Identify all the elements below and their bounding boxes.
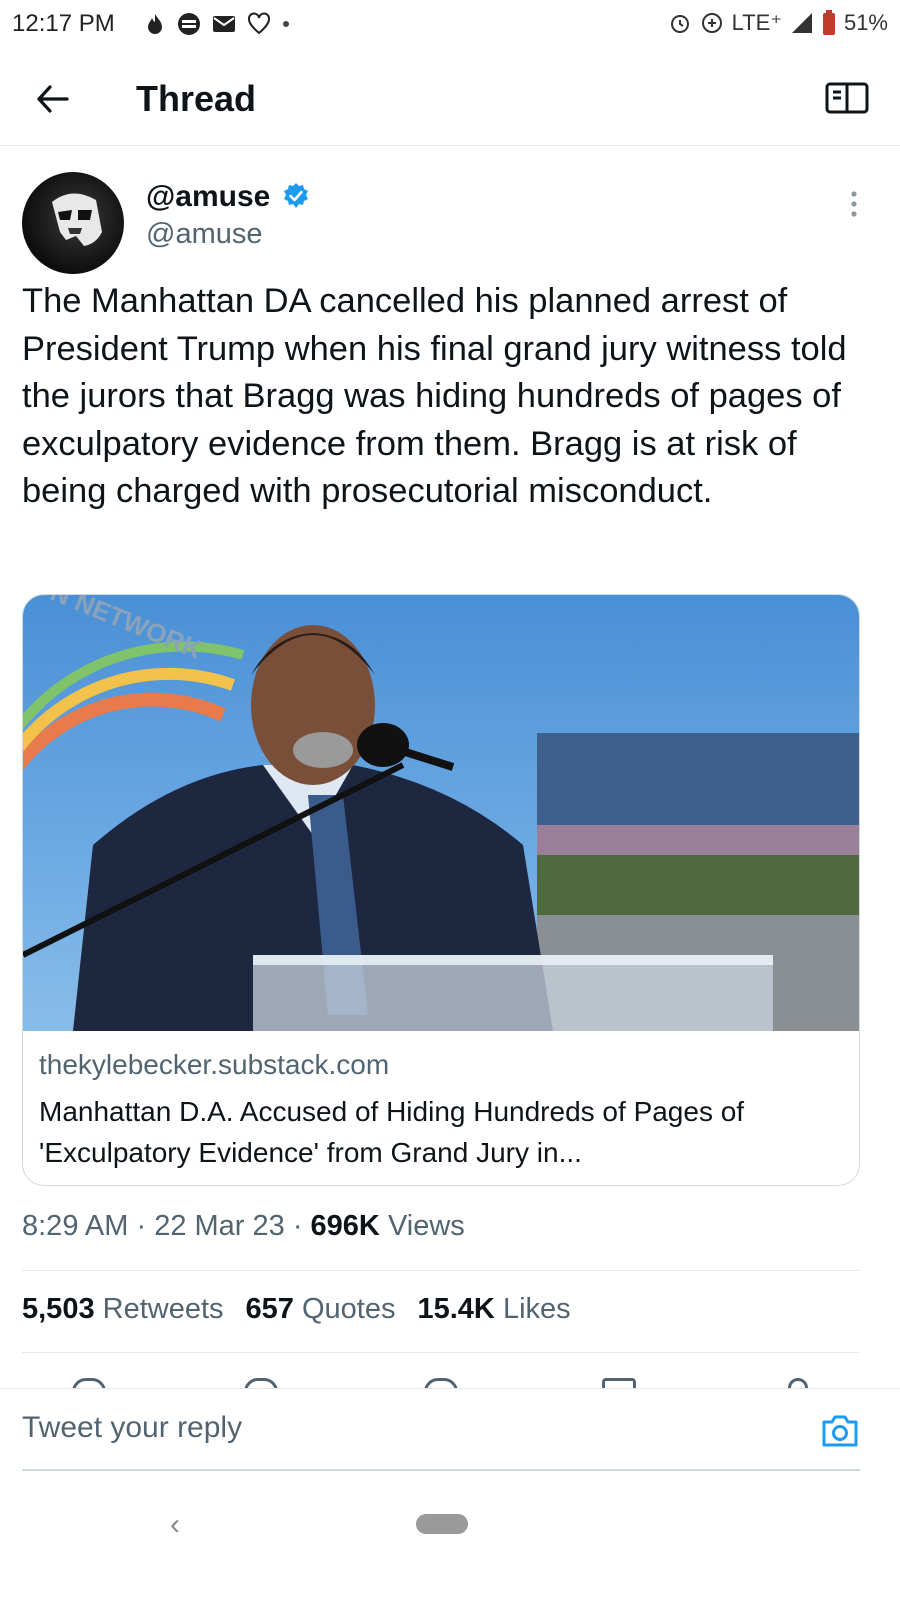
- stormtrooper-avatar-icon: [52, 193, 102, 246]
- views-count: 696K: [310, 1210, 380, 1242]
- status-bar: 12:17 PM LTE⁺ 51%: [0, 0, 900, 46]
- card-image: ON NETWORK: [23, 595, 859, 1031]
- status-time: 12:17 PM: [12, 10, 115, 37]
- battery-level: 51%: [843, 10, 888, 35]
- app-notification-icon: [178, 13, 200, 35]
- likes-label: Likes: [502, 1293, 571, 1325]
- meta-separator: ·: [136, 1210, 155, 1242]
- author-name[interactable]: @amuse: [146, 180, 270, 214]
- status-right: LTE⁺ 51%: [668, 10, 888, 36]
- dot-icon: [283, 21, 289, 27]
- status-notification-icons: [144, 12, 290, 36]
- network-type: LTE⁺: [731, 10, 782, 35]
- likes-stat[interactable]: 15.4K Likes: [417, 1293, 570, 1326]
- divider: [22, 1270, 860, 1271]
- avatar[interactable]: [22, 172, 124, 274]
- meta-separator: ·: [292, 1210, 311, 1242]
- author-handle[interactable]: @amuse: [146, 218, 262, 251]
- nav-back-button[interactable]: ‹: [170, 1508, 180, 1542]
- signal-icon: [791, 13, 812, 33]
- back-button[interactable]: [28, 74, 78, 124]
- reader-mode-button[interactable]: [824, 78, 870, 124]
- retweets-label: Retweets: [102, 1293, 224, 1325]
- retweets-count: 5,503: [22, 1293, 95, 1325]
- retweets-stat[interactable]: 5,503 Retweets: [22, 1293, 224, 1326]
- data-saver-icon: [701, 13, 722, 33]
- card-title: Manhattan D.A. Accused of Hiding Hundred…: [39, 1096, 745, 1168]
- verified-badge-icon: [284, 183, 308, 208]
- likes-count: 15.4K: [417, 1293, 495, 1325]
- card-domain: thekylebecker.substack.com: [39, 1049, 390, 1080]
- tweet-author: @amuse @amuse: [22, 170, 878, 280]
- card-photo: ON NETWORK: [23, 595, 859, 1031]
- camera-button[interactable]: [820, 1413, 860, 1449]
- alarm-icon: [670, 15, 689, 33]
- camera-icon: [822, 1415, 858, 1447]
- nav-home-pill[interactable]: [416, 1514, 468, 1534]
- quotes-stat[interactable]: 657 Quotes: [246, 1293, 396, 1326]
- battery-icon: [822, 10, 835, 35]
- tweet-stats: 5,503 Retweets 657 Quotes 15.4K Likes: [22, 1293, 571, 1326]
- reader-mode-icon: [825, 82, 869, 114]
- mail-icon: [213, 16, 235, 32]
- reply-underline: [22, 1469, 860, 1471]
- more-vertical-icon: [851, 191, 857, 217]
- thread-header: Thread: [0, 56, 900, 146]
- arrow-left-icon: [37, 85, 69, 113]
- fire-icon: [148, 14, 162, 34]
- tweet-date: 22 Mar 23: [154, 1210, 285, 1242]
- quotes-label: Quotes: [301, 1293, 396, 1325]
- page-title: Thread: [136, 78, 257, 119]
- reply-input[interactable]: Tweet your reply: [22, 1411, 242, 1445]
- tweet-time: 8:29 AM: [22, 1210, 129, 1242]
- quotes-count: 657: [245, 1293, 294, 1325]
- views-label: Views: [387, 1210, 465, 1242]
- divider: [22, 1352, 860, 1353]
- more-options-button[interactable]: [844, 186, 864, 226]
- link-card[interactable]: ON NETWORK thekylebecker.substack.com Ma…: [22, 594, 860, 1186]
- heart-hand-icon: [248, 12, 270, 35]
- reply-bar: Tweet your reply: [0, 1388, 900, 1474]
- tweet-text: The Manhattan DA cancelled his planned a…: [22, 282, 847, 510]
- tweet-meta: 8:29 AM · 22 Mar 23 · 696K Views: [22, 1210, 465, 1243]
